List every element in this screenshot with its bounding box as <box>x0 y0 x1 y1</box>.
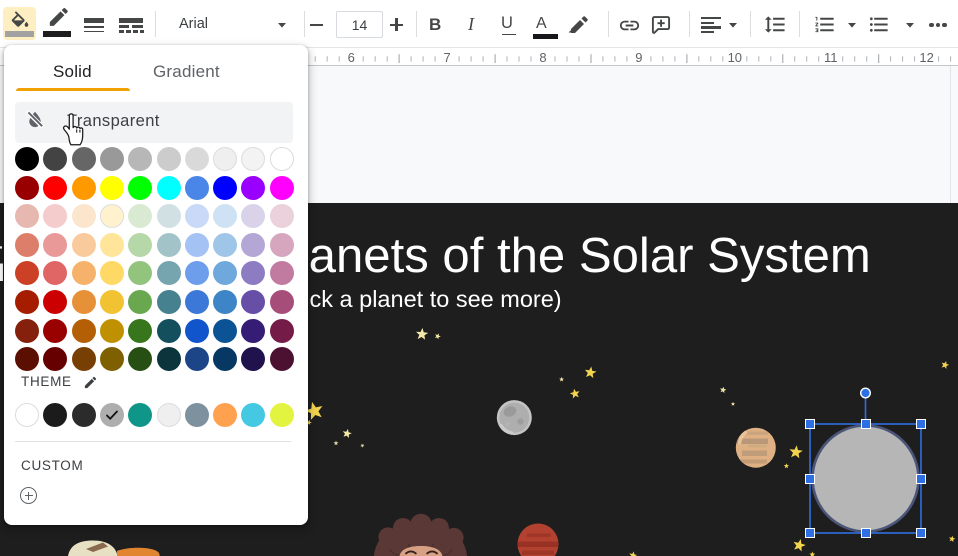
svg-text:7: 7 <box>443 50 450 65</box>
svg-text:11: 11 <box>824 50 838 65</box>
svg-text:8: 8 <box>539 50 546 65</box>
svg-text:10: 10 <box>728 50 742 65</box>
svg-text:9: 9 <box>635 50 642 65</box>
svg-text:6: 6 <box>348 50 355 65</box>
svg-text:12: 12 <box>919 50 933 65</box>
